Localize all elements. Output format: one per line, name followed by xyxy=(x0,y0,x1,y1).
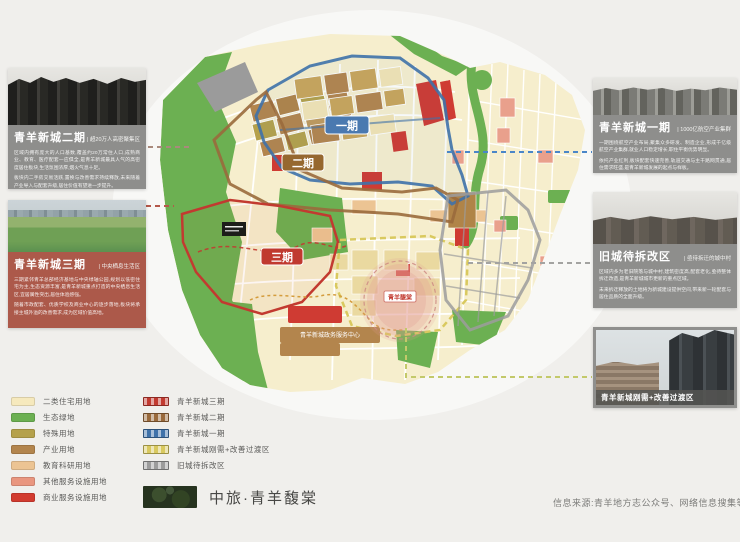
legend-swatch xyxy=(143,445,169,454)
svg-text:青羊新城政务服务中心: 青羊新城政务服务中心 xyxy=(300,331,360,339)
legend-label: 生态绿地 xyxy=(43,413,75,422)
project-highlight: 青羊馥棠 xyxy=(360,258,440,342)
legend-label: 青羊新城刚需+改善过渡区 xyxy=(177,445,270,454)
legend-label: 商业服务设施用地 xyxy=(43,493,107,502)
legend-swatch xyxy=(11,413,35,422)
brand-logo-image xyxy=(143,486,197,508)
card-paragraph: 依托产业红利,板块配套快速完善,轨道交通与主干路网贯通,居住需求旺盛,是青羊新城… xyxy=(599,158,731,172)
legend-item: 教育科研用地 xyxy=(11,461,107,470)
legend-item: 特殊用地 xyxy=(11,429,107,438)
svg-text:三期: 三期 xyxy=(271,250,293,264)
legend-label: 二类住宅用地 xyxy=(43,397,91,406)
legend-item: 生态绿地 xyxy=(11,413,107,422)
legend-item: 青羊新城二期 xyxy=(143,413,270,422)
card-title: 旧城待拆改区 xyxy=(599,251,671,263)
source-note: 信息来源:青羊地方志公众号、网络信息搜集等 xyxy=(553,498,740,508)
phase2-photo xyxy=(8,68,146,125)
legend-item: 青羊新城一期 xyxy=(143,429,270,438)
legend-item: 旧城待拆改区 xyxy=(143,461,270,470)
card-transition: 青羊新城刚需+改善过渡区 xyxy=(593,327,737,408)
legend-label: 产业用地 xyxy=(43,445,75,454)
card-phase2: 青羊新城二期 | 超20万人高密聚集区 区域内拥有庞大的人口基数,覆盖约20万常… xyxy=(8,68,146,189)
card-paragraph: 三期紧邻青羊总部经济基地与中央绿轴公园,规划以低密住宅为主,生态资源丰富,是青羊… xyxy=(14,278,140,298)
legend-item: 青羊新城刚需+改善过渡区 xyxy=(143,445,270,454)
legend-label: 青羊新城一期 xyxy=(177,429,225,438)
legend-swatch xyxy=(143,413,169,422)
svg-text:一期: 一期 xyxy=(336,119,358,133)
card-badge: | 超20万人高密聚集区 xyxy=(86,137,140,143)
card-paragraph: 一期围绕航空产业布局,聚集众多研发、制造企业,形成千亿级航空产业集群,就业人口稳… xyxy=(599,141,731,154)
svg-text:二期: 二期 xyxy=(292,156,314,170)
card-caption: 青羊新城刚需+改善过渡区 xyxy=(596,390,734,405)
transition-photo: 青羊新城刚需+改善过渡区 xyxy=(596,330,734,405)
legend-item: 青羊新城三期 xyxy=(143,397,270,406)
legend-land-use: 二类住宅用地 生态绿地 特殊用地 产业用地 教育科研用地 其他服务设施用地 商业… xyxy=(11,397,107,502)
project-marker-label: 青羊馥棠 xyxy=(388,294,413,302)
legend-swatch xyxy=(11,397,35,406)
legend-swatch xyxy=(143,461,169,470)
legend-item: 其他服务设施用地 xyxy=(11,477,107,486)
legend-swatch xyxy=(143,397,169,406)
legend-label: 青羊新城二期 xyxy=(177,413,225,422)
poster: 青羊新城政务服务中心 青羊馥棠 一期 二期 三期 青羊新城二期 | 超20万人高… xyxy=(0,0,740,542)
legend-zones: 青羊新城三期 青羊新城二期 青羊新城一期 青羊新城刚需+改善过渡区 旧城待拆改区 xyxy=(143,397,270,470)
legend-swatch xyxy=(11,477,35,486)
card-paragraph: 区域内拥有庞大的人口基数,覆盖约20万常住人口,成熟商业、教育、医疗配套一应俱全… xyxy=(14,151,140,171)
legend-swatch xyxy=(11,429,35,438)
brand-name: 中旅·青羊馥棠 xyxy=(209,489,318,507)
legend-swatch xyxy=(11,493,35,502)
phase3-photo xyxy=(8,200,146,252)
legend-item: 产业用地 xyxy=(11,445,107,454)
card-title: 青羊新城三期 xyxy=(14,259,86,271)
card-badge: | 1000亿航空产业集群 xyxy=(677,127,731,133)
legend-item: 二类住宅用地 xyxy=(11,397,107,406)
legend-label: 特殊用地 xyxy=(43,429,75,438)
phase1-photo xyxy=(593,78,737,115)
card-oldtown: 旧城待拆改区 | 亟待拆迁的城中村 区域内多为老旧院落与城中村,建筑密度高,配套… xyxy=(593,192,737,308)
card-phase3: 青羊新城三期 | 中央栖息生活区 三期紧邻青羊总部经济基地与中央绿轴公园,规划以… xyxy=(8,200,146,328)
legend-swatch xyxy=(11,461,35,470)
card-paragraph: 区域内多为老旧院落与城中村,建筑密度高,配套老化,亟待整体拆迁改造,是青羊新城城… xyxy=(599,270,731,283)
legend-label: 教育科研用地 xyxy=(43,461,91,470)
legend-swatch xyxy=(11,445,35,454)
legend-item: 商业服务设施用地 xyxy=(11,493,107,502)
card-paragraph: 未来拆迁释放的土地将为新城建设提供空间,带来新一轮配套与居住品质的全面升级。 xyxy=(599,287,731,301)
legend-swatch xyxy=(143,429,169,438)
card-badge: | 亟待拆迁的城中村 xyxy=(684,256,731,262)
card-phase1: 青羊新城一期 | 1000亿航空产业集群 一期围绕航空产业布局,聚集众多研发、制… xyxy=(593,78,737,173)
card-title: 青羊新城一期 xyxy=(599,122,671,134)
card-paragraph: 随着市政配套、优质学校及商业中心的逐步落地,板块将承接主城外溢的改善需求,成为区… xyxy=(14,303,140,316)
oldtown-photo xyxy=(593,192,737,244)
card-badge: | 中央栖息生活区 xyxy=(98,264,140,270)
legend-label: 其他服务设施用地 xyxy=(43,477,107,486)
map-black-tag xyxy=(222,222,246,236)
card-title: 青羊新城二期 xyxy=(14,132,86,144)
brand-row: 中旅·青羊馥棠 xyxy=(143,486,318,508)
legend-label: 旧城待拆改区 xyxy=(177,461,225,470)
card-paragraph: 板块内二手房交易活跃,置换与改善需求持续释放,未来随着产业导入与配套升级,居住价… xyxy=(14,176,140,189)
map-green-node xyxy=(472,70,492,90)
legend-label: 青羊新城三期 xyxy=(177,397,225,406)
